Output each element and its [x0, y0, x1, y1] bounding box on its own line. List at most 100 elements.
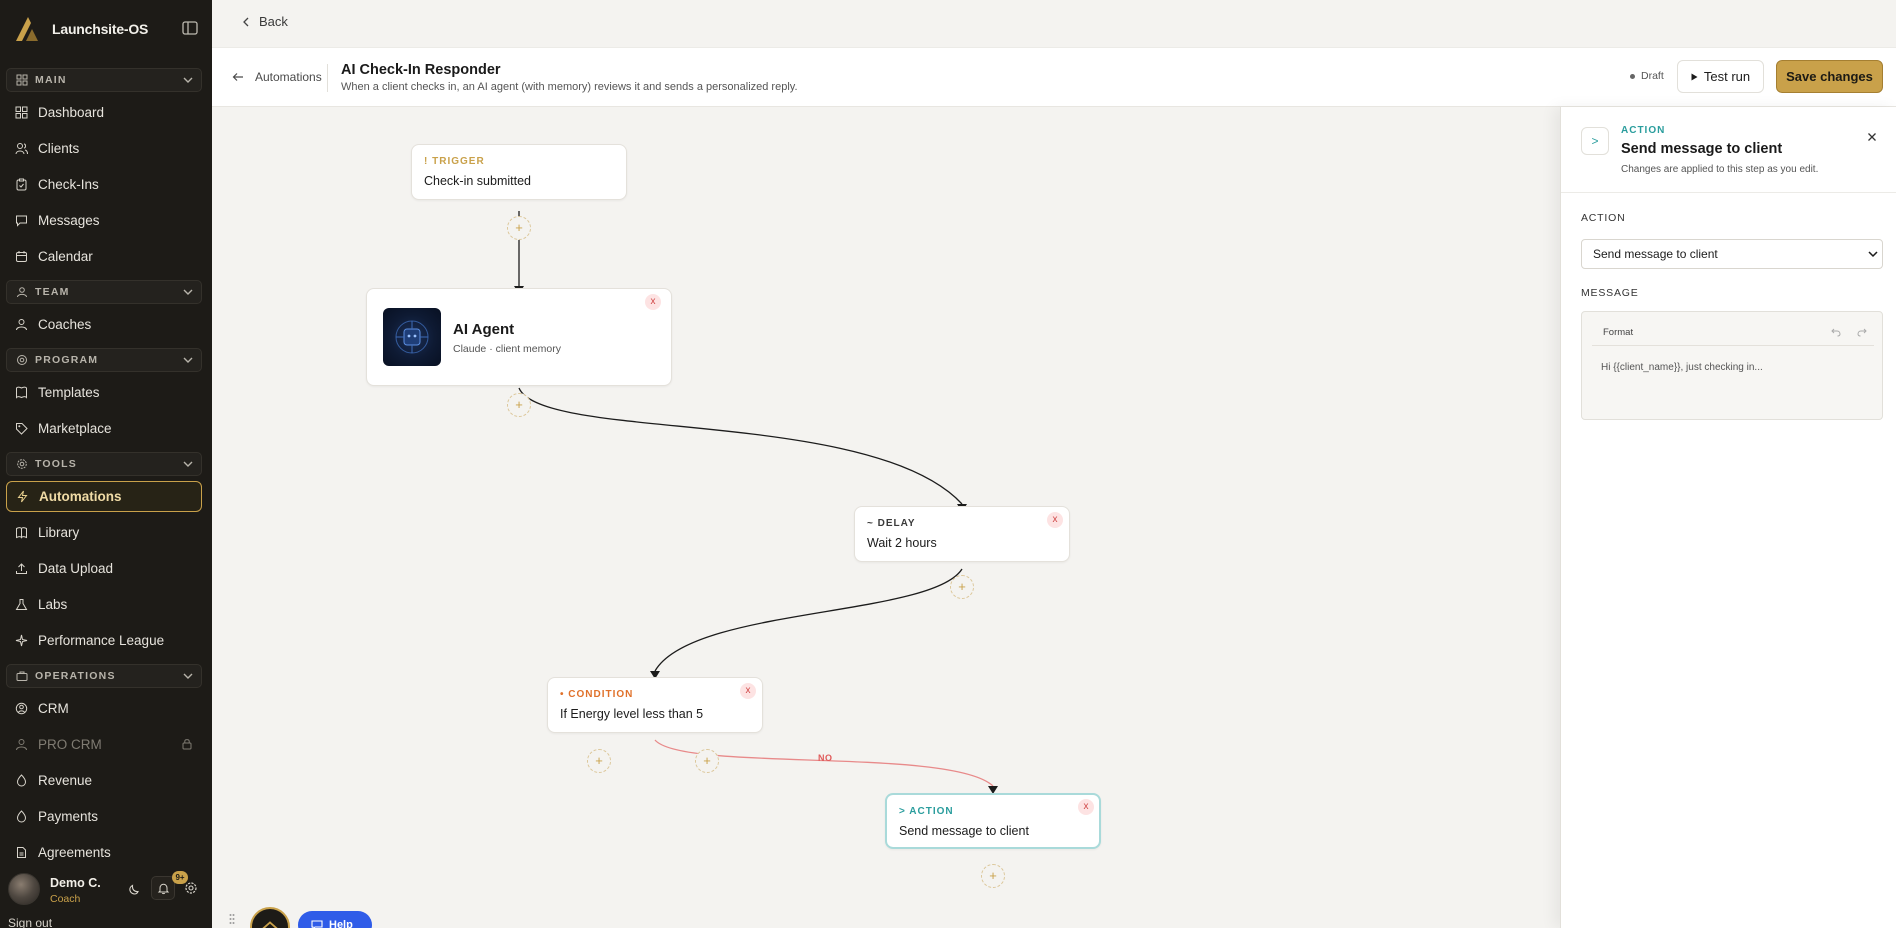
sidebar-item-label: Automations: [39, 489, 122, 504]
sidebar-item-agreements[interactable]: Agreements: [6, 838, 202, 866]
panel-divider: [1561, 192, 1896, 193]
assistant-launcher[interactable]: [250, 907, 290, 928]
sidebar-item-templates[interactable]: Templates: [6, 378, 202, 406]
node-trigger[interactable]: ! TRIGGER Check-in submitted: [411, 144, 627, 200]
brand[interactable]: Launchsite-OS: [14, 14, 198, 44]
section-operations[interactable]: OPERATIONS: [6, 664, 202, 688]
node-ai-agent[interactable]: AI Agent Claude · client memory x: [366, 288, 672, 386]
back-button[interactable]: Back: [242, 14, 288, 29]
action-select-value: Send message to client: [1593, 247, 1718, 261]
branch-no-label: NO: [818, 753, 833, 763]
save-changes-button[interactable]: Save changes: [1776, 60, 1883, 93]
message-icon: [311, 920, 323, 928]
node-condition[interactable]: • CONDITION If Energy level less than 5 …: [547, 677, 763, 733]
page-subtitle: When a client checks in, an AI agent (wi…: [341, 81, 798, 93]
clipboard-icon: [16, 178, 27, 190]
ai-agent-image: [383, 308, 441, 366]
sidebar-item-label: Labs: [38, 596, 68, 612]
sign-out-link[interactable]: Sign out: [8, 916, 52, 928]
gear-icon[interactable]: [184, 881, 198, 895]
status-label: Draft: [1641, 70, 1664, 82]
node-kind-icon: ~: [867, 518, 874, 529]
chevron-down-icon: [183, 289, 193, 295]
node-label: Check-in submitted: [424, 174, 531, 188]
dollar-icon: [16, 809, 27, 823]
section-team[interactable]: TEAM: [6, 280, 202, 304]
message-text[interactable]: Hi {{client_name}}, just checking in...: [1601, 362, 1763, 373]
dollar-icon: [16, 773, 27, 787]
sidebar-item-label: Dashboard: [38, 104, 105, 120]
action-field-label: ACTION: [1581, 212, 1626, 224]
sidebar-item-dashboard[interactable]: Dashboard: [6, 98, 202, 126]
add-step-button[interactable]: +: [950, 575, 974, 599]
sidebar-item-clients[interactable]: Clients: [6, 134, 202, 162]
sidebar-item-library[interactable]: Library: [6, 518, 202, 546]
node-action[interactable]: > ACTION Send message to client x: [885, 793, 1101, 849]
sidebar-item-payments[interactable]: Payments: [6, 802, 202, 830]
sidebar-item-label: Agreements: [38, 844, 111, 860]
book-icon: [16, 386, 27, 399]
sidebar-item-performance-league[interactable]: Performance League: [6, 626, 202, 654]
add-yes-branch-button[interactable]: +: [587, 749, 611, 773]
section-program[interactable]: PROGRAM: [6, 348, 202, 372]
delete-node-button[interactable]: x: [1047, 512, 1063, 528]
header-divider: [327, 64, 328, 92]
avatar[interactable]: [8, 873, 40, 905]
add-step-button[interactable]: +: [507, 393, 531, 417]
add-step-button[interactable]: +: [981, 864, 1005, 888]
delete-node-button[interactable]: x: [1078, 799, 1094, 815]
collapse-sidebar-icon[interactable]: [182, 21, 198, 35]
section-main[interactable]: MAIN: [6, 68, 202, 92]
sidebar-item-calendar[interactable]: Calendar: [6, 242, 202, 270]
back-label: Back: [259, 14, 288, 29]
sidebar: Launchsite-OS MAIN Dashboard Clients Che…: [0, 0, 212, 928]
play-icon: [1691, 73, 1698, 80]
chevron-left-icon: [243, 17, 249, 26]
sidebar-item-data-upload[interactable]: Data Upload: [6, 554, 202, 582]
node-delay[interactable]: ~ DELAY Wait 2 hours x: [854, 506, 1070, 562]
message-editor[interactable]: Format Hi {{client_name}}, just checking…: [1581, 311, 1883, 420]
sidebar-item-label: PRO CRM: [38, 736, 102, 752]
logo-icon: [16, 17, 38, 41]
panel-title: Send message to client: [1621, 141, 1783, 157]
gear-icon: [17, 459, 27, 469]
sidebar-item-marketplace[interactable]: Marketplace: [6, 414, 202, 442]
sidebar-item-label: Messages: [38, 212, 100, 228]
drag-handle-icon[interactable]: [229, 913, 235, 925]
delete-node-button[interactable]: x: [740, 683, 756, 699]
sidebar-item-automations[interactable]: Automations: [6, 481, 202, 512]
node-kind-label: > ACTION: [899, 806, 954, 817]
action-select[interactable]: Send message to client: [1581, 239, 1883, 269]
workflow-canvas[interactable]: ! TRIGGER Check-in submitted + AI Agent …: [212, 107, 1560, 928]
sidebar-item-label: Coaches: [38, 316, 92, 332]
breadcrumb[interactable]: Automations: [232, 70, 322, 84]
grid-icon: [16, 74, 28, 86]
user-name: Demo C.: [50, 876, 101, 890]
sidebar-item-label: Performance League: [38, 632, 165, 648]
sidebar-item-crm[interactable]: CRM: [6, 694, 202, 722]
brand-name: Launchsite-OS: [52, 21, 149, 37]
test-run-button[interactable]: Test run: [1677, 60, 1764, 93]
ai-agent-title: AI Agent: [453, 321, 515, 338]
sidebar-item-labs[interactable]: Labs: [6, 590, 202, 618]
add-step-button[interactable]: +: [507, 216, 531, 240]
delete-node-button[interactable]: x: [645, 294, 661, 310]
message-field-label: MESSAGE: [1581, 287, 1639, 299]
sidebar-item-pro-crm[interactable]: PRO CRM: [6, 730, 202, 758]
arrow-left-icon: [232, 73, 243, 81]
sidebar-item-checkins[interactable]: Check-Ins: [6, 170, 202, 198]
close-icon[interactable]: [1867, 132, 1877, 142]
redo-icon[interactable]: [1857, 328, 1867, 337]
sidebar-item-coaches[interactable]: Coaches: [6, 310, 202, 338]
upload-icon: [16, 562, 27, 574]
sidebar-item-revenue[interactable]: Revenue: [6, 766, 202, 794]
moon-icon[interactable]: [128, 882, 142, 896]
section-tools[interactable]: TOOLS: [6, 452, 202, 476]
format-button[interactable]: Format: [1603, 327, 1633, 338]
user-circle-icon: [15, 702, 28, 714]
help-button[interactable]: Help: [298, 911, 372, 928]
node-label: Wait 2 hours: [867, 536, 937, 550]
undo-icon[interactable]: [1831, 328, 1841, 337]
sidebar-item-messages[interactable]: Messages: [6, 206, 202, 234]
add-no-branch-button[interactable]: +: [695, 749, 719, 773]
